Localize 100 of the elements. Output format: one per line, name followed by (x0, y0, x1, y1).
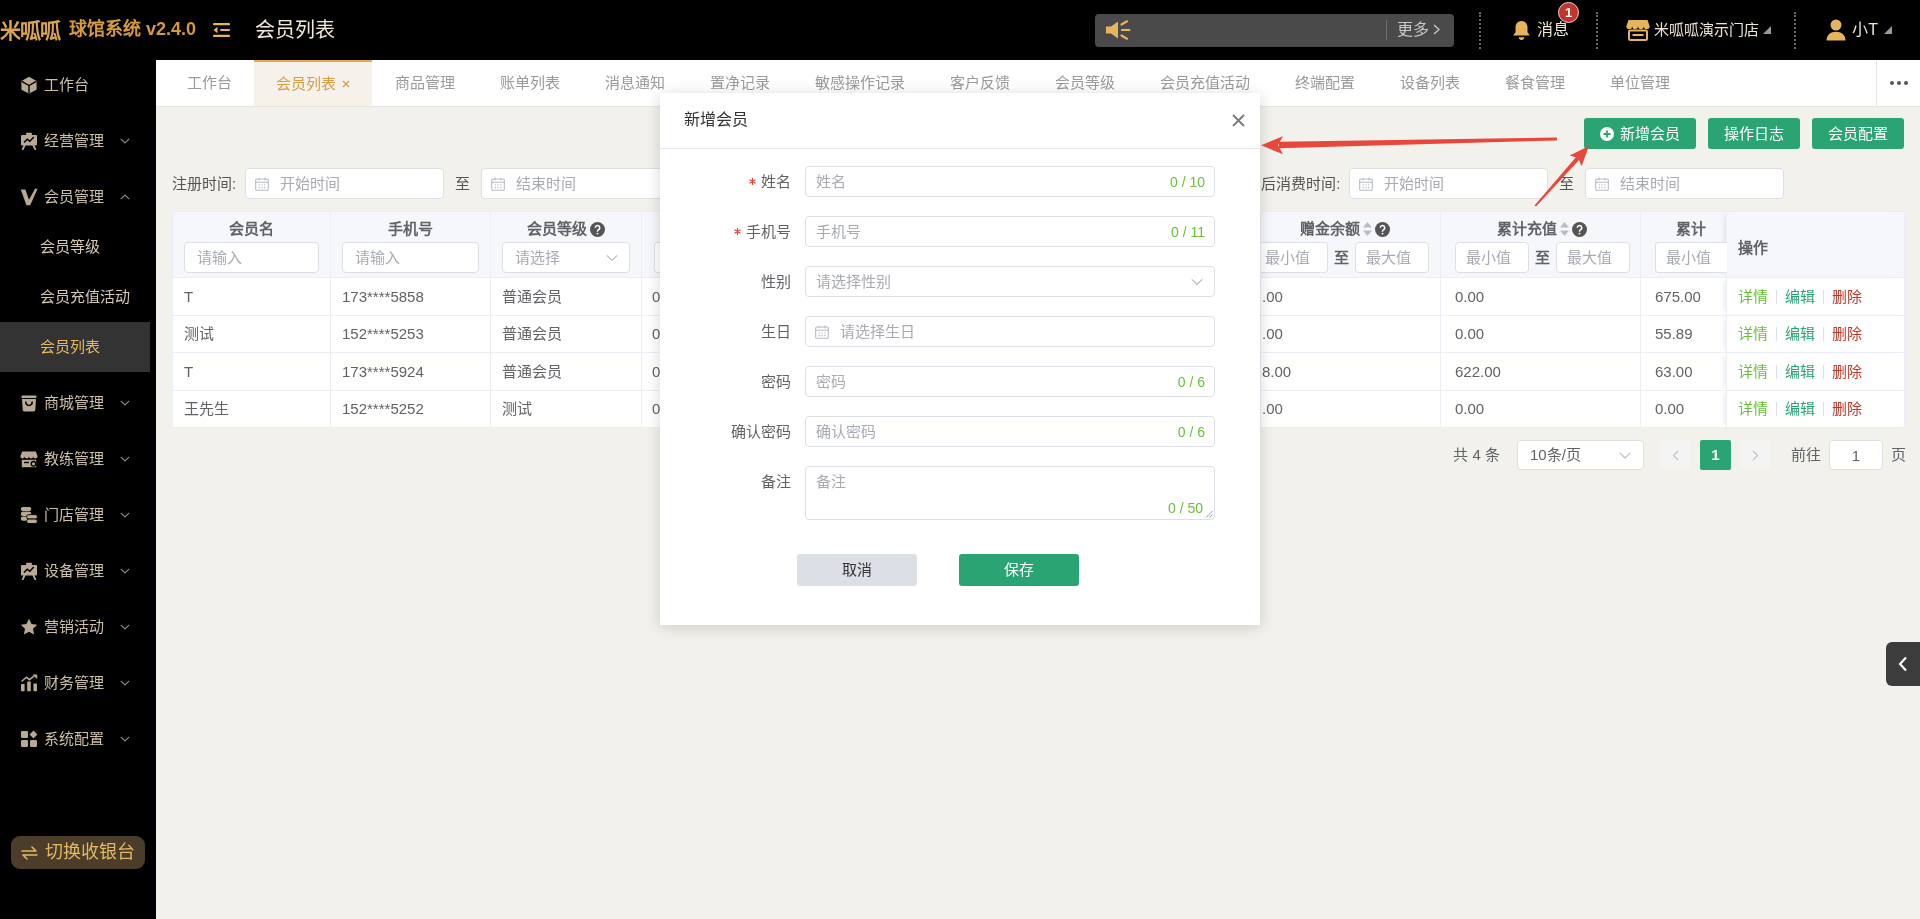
speaker-icon (1105, 20, 1132, 40)
min-value-input[interactable]: 最小值 (1455, 242, 1529, 273)
range-separator: 至 (1559, 173, 1575, 194)
sidebar-group[interactable]: 设备管理 (0, 546, 150, 596)
filter-input[interactable]: 请输入 (184, 242, 319, 273)
tab[interactable]: 会员充值活动 (1137, 74, 1272, 92)
details-link[interactable]: 详情 (1738, 287, 1768, 305)
edit-link[interactable]: 编辑 (1785, 362, 1815, 380)
table-cell: 152****5253 (330, 315, 491, 353)
table-cell: 测试 (172, 315, 331, 353)
sidebar-group[interactable]: 系统配置 (0, 714, 150, 764)
select-field[interactable]: 请选择性别 (805, 266, 1215, 297)
toolbar-button[interactable]: 新增会员 (1584, 118, 1696, 149)
filter-input[interactable]: 请输入 (342, 242, 479, 273)
sidebar-subitem[interactable]: 会员充值活动 (0, 272, 150, 322)
table-cell: 622.00 (1440, 352, 1641, 390)
chevron-right-icon (1752, 449, 1759, 461)
tab[interactable]: 会员等级 (1032, 74, 1137, 92)
date-field[interactable]: 开始时间 (245, 168, 445, 199)
min-value-input[interactable]: 最小值 (1655, 242, 1727, 273)
tab[interactable]: 单位管理 (1587, 74, 1692, 92)
table-cell: 王先生 (172, 390, 331, 428)
table-cell: 0.00 (1440, 277, 1641, 315)
details-link[interactable]: 详情 (1738, 400, 1768, 417)
tab[interactable]: 会员列表 (254, 60, 372, 106)
table-cell: 55.89 (1640, 315, 1727, 353)
sidebar-group[interactable]: 门店管理 (0, 490, 150, 540)
close-icon[interactable] (342, 80, 350, 88)
tab[interactable]: 客户反馈 (927, 74, 1032, 92)
sidebar-group[interactable]: 经营管理 (0, 116, 150, 166)
delete-link[interactable]: 删除 (1832, 287, 1862, 305)
table-cell: 675.00 (1640, 277, 1727, 315)
cancel-button[interactable]: 取消 (796, 554, 917, 586)
sort-icon[interactable] (1559, 222, 1569, 236)
app-title: 球馆系统 v2.4.0 (69, 18, 197, 42)
resize-grip-icon[interactable] (1205, 510, 1213, 518)
edit-link[interactable]: 编辑 (1785, 400, 1815, 417)
sidebar-group[interactable]: 商城管理 (0, 378, 150, 428)
table-cell: T (172, 277, 331, 315)
min-value-input[interactable]: 最小值 (1261, 242, 1328, 273)
delete-link[interactable]: 删除 (1832, 325, 1862, 342)
page-number-button[interactable]: 1 (1700, 440, 1731, 470)
sidebar-item[interactable]: 工作台 (0, 60, 150, 110)
page-size-select[interactable]: 10条/页 (1517, 440, 1644, 470)
date-field[interactable]: 开始时间 (1349, 168, 1549, 199)
column-title: 累计充值 (1496, 219, 1557, 239)
chevron-left-icon (1672, 449, 1679, 461)
sidebar-subitem[interactable]: 会员等级 (0, 222, 150, 272)
tab[interactable]: 餐食管理 (1482, 74, 1587, 92)
form-label: 生日 (761, 321, 791, 342)
tab[interactable]: 敏感操作记录 (792, 74, 927, 92)
close-icon[interactable] (1232, 114, 1245, 127)
sidebar-group[interactable]: 教练管理 (0, 434, 150, 484)
more-link[interactable]: 更多 (1397, 19, 1441, 41)
menu-fold-icon[interactable] (213, 23, 231, 37)
total-count: 共 4 条 (1453, 445, 1500, 465)
max-value-input[interactable]: 最大值 (1355, 242, 1429, 273)
save-button[interactable]: 保存 (958, 554, 1079, 586)
details-link[interactable]: 详情 (1738, 362, 1768, 380)
filter-select[interactable]: 请选择 (502, 242, 630, 273)
side-panel-toggle[interactable] (1886, 642, 1920, 686)
plus-circle-icon (1600, 126, 1614, 141)
chevron-left-icon (1898, 656, 1908, 672)
sidebar-group[interactable]: 会员管理 (0, 172, 150, 222)
toolbar-button[interactable]: 操作日志 (1708, 118, 1800, 149)
user-menu[interactable]: 小T (1826, 19, 1892, 41)
edit-link[interactable]: 编辑 (1785, 287, 1815, 305)
tab[interactable]: 终端配置 (1272, 74, 1377, 92)
form-label: 性别 (761, 271, 791, 292)
max-value-input[interactable]: 最大值 (1556, 242, 1630, 273)
tab[interactable]: 设备列表 (1377, 74, 1482, 92)
sidebar-group[interactable]: 财务管理 (0, 658, 150, 708)
form-label: 备注 (761, 471, 791, 492)
sort-icon[interactable] (1362, 222, 1372, 236)
tab[interactable]: 商品管理 (372, 74, 477, 92)
date-picker-field[interactable]: 请选择生日 (805, 316, 1215, 347)
character-count: 0 / 6 (1177, 372, 1205, 391)
tab[interactable]: 消息通知 (582, 74, 687, 92)
date-field[interactable]: 结束时间 (481, 168, 661, 199)
tiles-icon (20, 730, 38, 748)
sidebar-subitem[interactable]: 会员列表 (0, 322, 150, 372)
date-field[interactable]: 结束时间 (1585, 168, 1785, 199)
delete-link[interactable]: 删除 (1832, 400, 1862, 417)
table-cell: 测试 (490, 390, 642, 428)
sidebar-group[interactable]: 营销活动 (0, 602, 150, 652)
edit-link[interactable]: 编辑 (1785, 325, 1815, 342)
page-number-input[interactable]: 1 (1829, 440, 1883, 470)
details-link[interactable]: 详情 (1738, 325, 1768, 342)
tab[interactable]: 置净记录 (687, 74, 792, 92)
toolbar-button[interactable]: 会员配置 (1812, 118, 1904, 149)
switch-cashier-button[interactable]: 切换收银台 (11, 836, 145, 869)
calendar-icon (1359, 176, 1374, 191)
dialog-title: 新增会员 (684, 110, 748, 131)
star-icon (20, 618, 38, 636)
store-switcher[interactable]: 米呱呱演示门店 (1626, 19, 1772, 41)
delete-link[interactable]: 删除 (1832, 362, 1862, 380)
table-cell: 0.00 (1440, 315, 1641, 353)
tab[interactable]: 账单列表 (477, 74, 582, 92)
tab[interactable]: 工作台 (164, 74, 254, 92)
goto-label: 前往 (1791, 445, 1821, 465)
